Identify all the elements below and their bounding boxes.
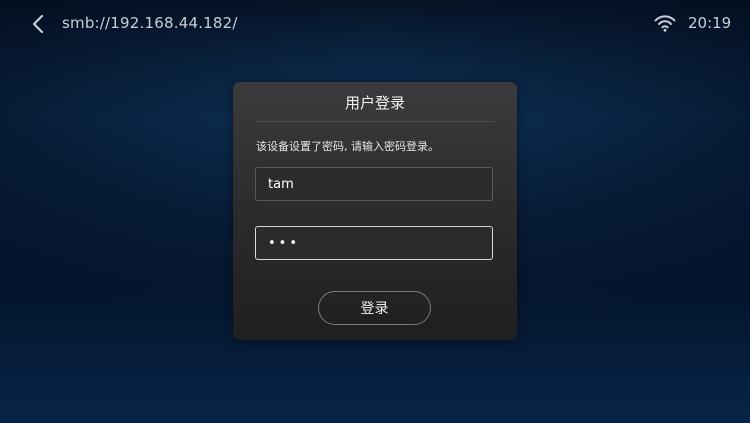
password-input[interactable] bbox=[255, 226, 493, 260]
status-clock: 20:19 bbox=[688, 14, 732, 32]
chevron-left-icon bbox=[32, 14, 44, 34]
dialog-divider bbox=[255, 121, 495, 122]
back-button[interactable] bbox=[28, 12, 48, 36]
dialog-title: 用户登录 bbox=[344, 94, 405, 112]
username-input[interactable] bbox=[255, 167, 493, 201]
current-path: smb://192.168.44.182/ bbox=[62, 14, 238, 32]
wifi-icon bbox=[654, 15, 676, 32]
dialog-message: 该设备设置了密码, 请输入密码登录。 bbox=[256, 140, 439, 153]
login-button[interactable]: 登录 bbox=[318, 291, 431, 325]
login-dialog: 用户登录 该设备设置了密码, 请输入密码登录。 登录 bbox=[233, 82, 517, 340]
